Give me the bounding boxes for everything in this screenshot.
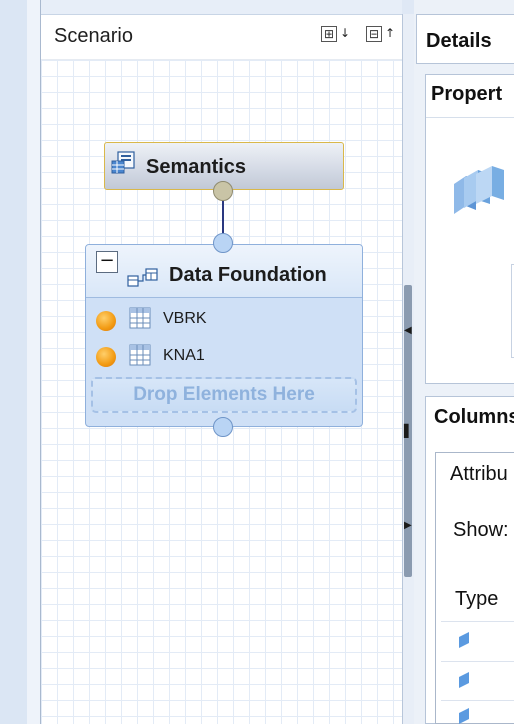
table-row-divider [441, 621, 514, 622]
data-foundation-output-port[interactable] [213, 417, 233, 437]
table-icon [129, 307, 151, 329]
data-foundation-input-port[interactable] [213, 233, 233, 253]
properties-title: Propert [431, 83, 503, 105]
collapse-all-icon[interactable]: ⊟ [366, 26, 382, 42]
left-edge-inner-strip [27, 0, 41, 724]
table-row-divider [441, 700, 514, 701]
cube-stack-icon [454, 166, 504, 214]
collapse-arrow-icon[interactable]: ↑ [385, 26, 395, 40]
table-item-kna1[interactable]: KNA1 [163, 347, 205, 365]
columns-title: Columns [434, 406, 514, 428]
properties-section [425, 74, 514, 384]
scenario-title: Scenario [54, 25, 133, 47]
splitter-left-arrow-icon[interactable]: ◀ [404, 325, 412, 336]
expand-all-icon[interactable]: ⊞ [321, 26, 337, 42]
data-foundation-label: Data Foundation [169, 264, 327, 286]
attribute-type-icon [459, 672, 469, 688]
data-foundation-icon [127, 268, 158, 287]
drop-elements-label: Drop Elements Here [133, 384, 315, 405]
semantics-icon [111, 151, 135, 174]
details-title: Details [426, 30, 492, 52]
data-foundation-collapse-button[interactable]: − [96, 251, 118, 273]
splitter-right-arrow-icon[interactable]: ▶ [404, 520, 412, 531]
scenario-top-band [41, 0, 402, 15]
semantics-label: Semantics [146, 156, 247, 178]
expand-arrow-icon[interactable]: ↓ [340, 26, 350, 40]
semantics-output-port[interactable] [213, 181, 233, 201]
table-row-divider [441, 661, 514, 662]
attribute-type-icon [459, 632, 469, 648]
splitter-marker-icon: ▌ [404, 424, 414, 438]
show-filter-label: Show: [453, 519, 509, 541]
table-icon [129, 344, 151, 366]
attributes-tab-label[interactable]: Attribu [450, 463, 508, 486]
left-edge-strip [0, 0, 28, 724]
key-dot-icon [96, 311, 116, 331]
attribute-type-icon [459, 708, 469, 724]
key-dot-icon [96, 347, 116, 367]
type-column-header[interactable]: Type [455, 588, 498, 611]
table-item-vbrk[interactable]: VBRK [163, 310, 207, 328]
